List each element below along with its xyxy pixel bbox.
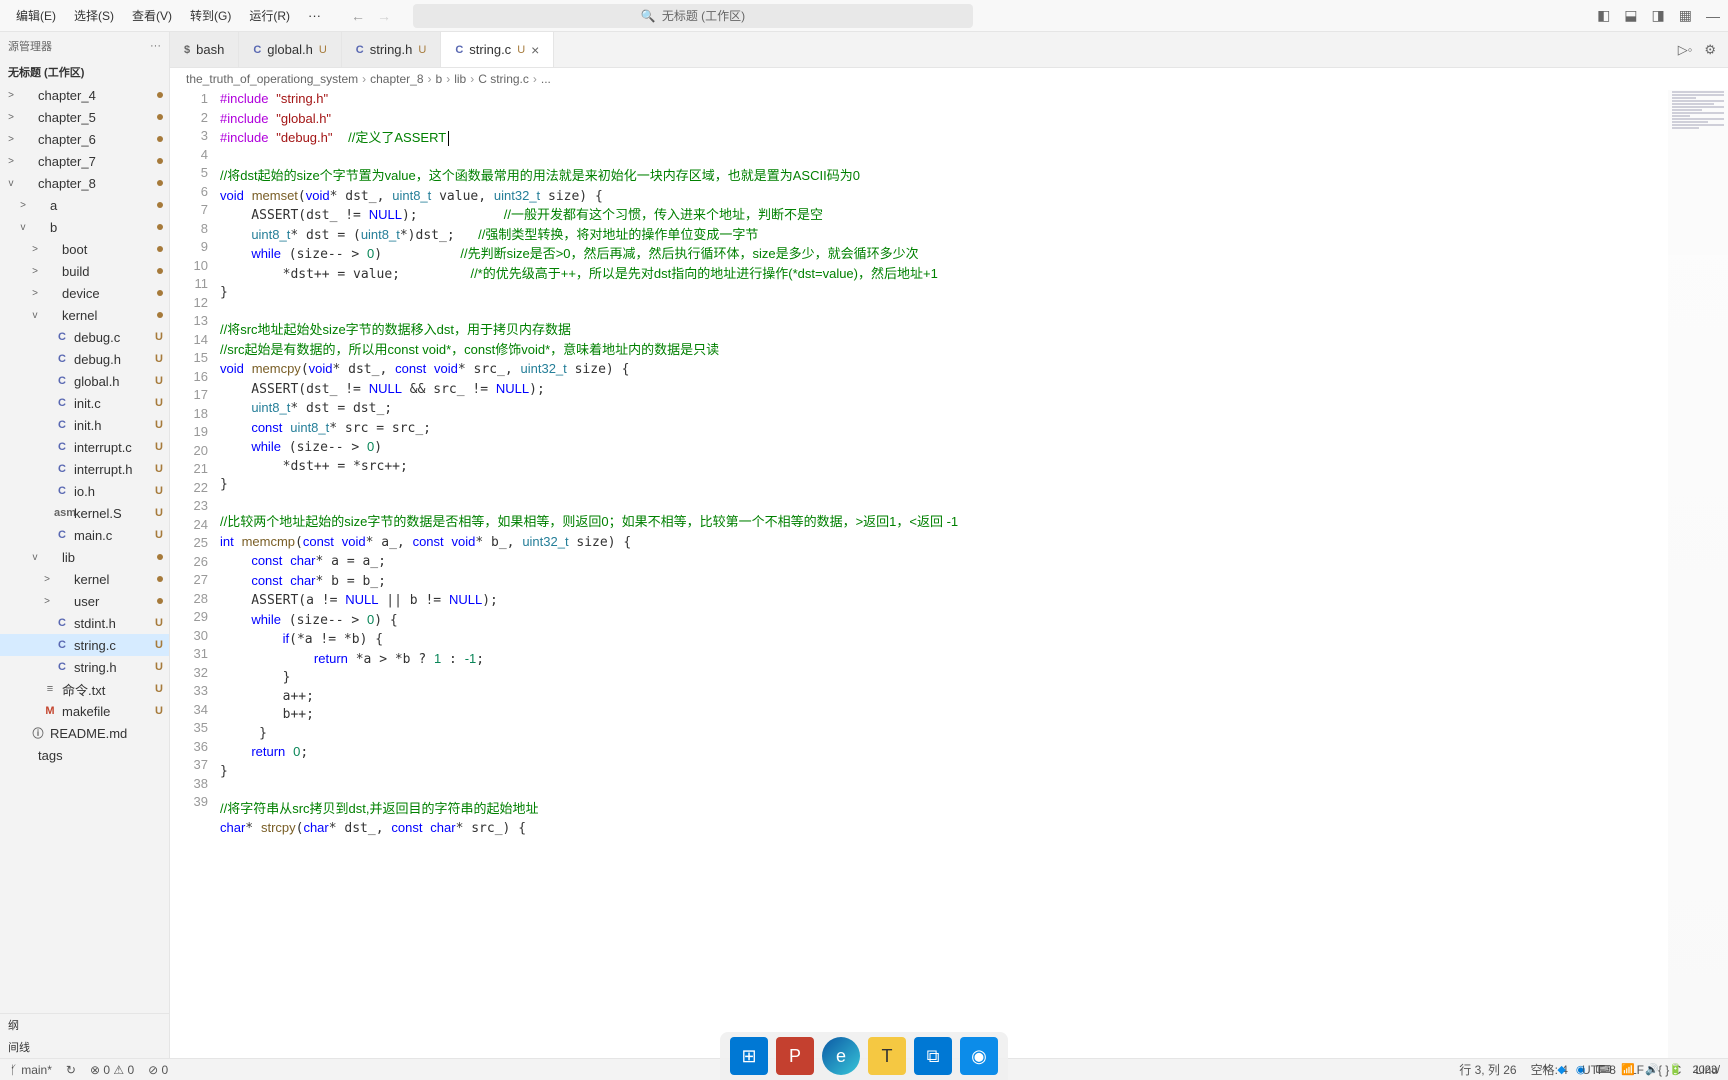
menubar: 编辑(E) 选择(S) 查看(V) 转到(G) 运行(R) ··· ← → 🔍 …	[0, 0, 1728, 32]
crumb[interactable]: lib	[454, 72, 466, 86]
tree-item-main.c[interactable]: Cmain.cU	[0, 524, 169, 546]
menu-view[interactable]: 查看(V)	[124, 3, 180, 28]
tree-item-string.h[interactable]: Cstring.hU	[0, 656, 169, 678]
settings-icon[interactable]: ⚙	[1704, 42, 1716, 58]
app-pdf-icon[interactable]: P	[776, 1037, 814, 1075]
layout-bottom-icon[interactable]: ⬓	[1624, 7, 1637, 24]
ports-indicator[interactable]: ⊘ 0	[148, 1063, 168, 1077]
tray-keyboard-icon[interactable]: ⌨	[1595, 1063, 1611, 1076]
start-icon[interactable]: ⊞	[730, 1037, 768, 1075]
tray-battery-icon[interactable]: 🔋	[1669, 1063, 1683, 1076]
tray-volume-icon[interactable]: 🔊	[1645, 1063, 1659, 1076]
tab-bash[interactable]: $bash	[170, 32, 239, 67]
explorer-title: 源管理器	[8, 38, 52, 54]
system-tray[interactable]: ^ ◆ ◉ ⌨ 📶 🔊 🔋 2023/	[1542, 1063, 1720, 1076]
layout-custom-icon[interactable]: ▦	[1679, 7, 1692, 24]
tree-item-io.h[interactable]: Cio.hU	[0, 480, 169, 502]
tray-app1-icon[interactable]: ◆	[1557, 1063, 1565, 1076]
crumb[interactable]: C string.c	[478, 72, 529, 86]
tree-item-device[interactable]: >device	[0, 282, 169, 304]
tree-item-b[interactable]: vb	[0, 216, 169, 238]
tree-item-stdint.h[interactable]: Cstdint.hU	[0, 612, 169, 634]
tree-item-kernel[interactable]: >kernel	[0, 568, 169, 590]
tree-item-README.md[interactable]: ⓘREADME.md	[0, 722, 169, 744]
nav-forward-icon[interactable]: →	[377, 8, 391, 24]
crumb[interactable]: ...	[541, 72, 551, 86]
explorer-sidebar: 源管理器 ··· 无标题 (工作区) >chapter_4>chapter_5>…	[0, 32, 170, 1058]
explorer-more-icon[interactable]: ···	[150, 40, 161, 52]
cursor-position[interactable]: 行 3, 列 26	[1459, 1061, 1516, 1078]
menu-select[interactable]: 选择(S)	[66, 3, 122, 28]
tree-item-chapter_6[interactable]: >chapter_6	[0, 128, 169, 150]
tree-item-kernel[interactable]: vkernel	[0, 304, 169, 326]
tab-global.h[interactable]: Cglobal.hU	[239, 32, 341, 67]
tree-item-chapter_4[interactable]: >chapter_4	[0, 84, 169, 106]
branch-indicator[interactable]: ᚶ main*	[10, 1063, 52, 1077]
layout-left-icon[interactable]: ◧	[1597, 7, 1610, 24]
menu-goto[interactable]: 转到(G)	[182, 3, 239, 28]
workspace-title[interactable]: 无标题 (工作区)	[0, 60, 169, 84]
problems-indicator[interactable]: ⊗ 0 ⚠ 0	[90, 1063, 134, 1077]
nav-history: ← →	[351, 8, 391, 24]
tree-item-命令.txt[interactable]: ≡命令.txtU	[0, 678, 169, 700]
windows-taskbar[interactable]: ⊞ P e T ⧉ ◉	[720, 1032, 1008, 1080]
code-content[interactable]: #include "string.h" #include "global.h" …	[220, 90, 1728, 1058]
menu-edit[interactable]: 编辑(E)	[8, 3, 64, 28]
tree-item-interrupt.c[interactable]: Cinterrupt.cU	[0, 436, 169, 458]
crumb[interactable]: the_truth_of_operationg_system	[186, 72, 358, 86]
run-icon[interactable]: ▷◦	[1678, 42, 1693, 58]
tree-item-kernel.S[interactable]: asmkernel.SU	[0, 502, 169, 524]
tray-chevron-icon[interactable]: ^	[1542, 1064, 1547, 1076]
tree-item-makefile[interactable]: MmakefileU	[0, 700, 169, 722]
tree-item-debug.h[interactable]: Cdebug.hU	[0, 348, 169, 370]
tree-item-init.h[interactable]: Cinit.hU	[0, 414, 169, 436]
search-placeholder: 无标题 (工作区)	[662, 7, 745, 24]
tree-item-string.c[interactable]: Cstring.cU	[0, 634, 169, 656]
tree-item-build[interactable]: >build	[0, 260, 169, 282]
menu-run[interactable]: 运行(R)	[241, 3, 298, 28]
tray-app2-icon[interactable]: ◉	[1576, 1063, 1586, 1076]
tree-item-lib[interactable]: vlib	[0, 546, 169, 568]
tree-item-chapter_8[interactable]: vchapter_8	[0, 172, 169, 194]
tray-wifi-icon[interactable]: 📶	[1621, 1063, 1635, 1076]
tree-item-interrupt.h[interactable]: Cinterrupt.hU	[0, 458, 169, 480]
sync-icon[interactable]: ↻	[66, 1063, 76, 1077]
tree-item-tags[interactable]: tags	[0, 744, 169, 766]
tree-item-chapter_7[interactable]: >chapter_7	[0, 150, 169, 172]
tree-item-user[interactable]: >user	[0, 590, 169, 612]
timeline-section[interactable]: 间线	[0, 1036, 169, 1058]
menu-overflow[interactable]: ···	[300, 4, 329, 27]
tab-string.h[interactable]: Cstring.hU	[342, 32, 442, 67]
window-minimize-icon[interactable]: —	[1706, 8, 1720, 24]
outline-section[interactable]: 纲	[0, 1014, 169, 1036]
app-vscode-icon[interactable]: ⧉	[914, 1037, 952, 1075]
editor-area: $bashCglobal.hUCstring.hUCstring.cU× ▷◦ …	[170, 32, 1728, 1058]
tree-item-global.h[interactable]: Cglobal.hU	[0, 370, 169, 392]
tree-item-a[interactable]: >a	[0, 194, 169, 216]
tray-time[interactable]: 2023/	[1692, 1064, 1720, 1076]
file-tree[interactable]: >chapter_4>chapter_5>chapter_6>chapter_7…	[0, 84, 169, 1013]
command-center[interactable]: 🔍 无标题 (工作区)	[413, 4, 973, 28]
crumb[interactable]: chapter_8	[370, 72, 423, 86]
search-icon: 🔍	[641, 9, 656, 23]
crumb[interactable]: b	[436, 72, 443, 86]
tab-actions: ▷◦ ⚙	[1666, 32, 1728, 67]
close-icon: ×	[531, 42, 539, 58]
layout-right-icon[interactable]: ◨	[1652, 7, 1665, 24]
tree-item-boot[interactable]: >boot	[0, 238, 169, 260]
tab-string.c[interactable]: Cstring.cU×	[441, 32, 554, 67]
tree-item-chapter_5[interactable]: >chapter_5	[0, 106, 169, 128]
tree-item-debug.c[interactable]: Cdebug.cU	[0, 326, 169, 348]
tree-item-init.c[interactable]: Cinit.cU	[0, 392, 169, 414]
breadcrumb[interactable]: the_truth_of_operationg_system›chapter_8…	[170, 68, 1728, 90]
app-edge-icon[interactable]: e	[822, 1037, 860, 1075]
nav-back-icon[interactable]: ←	[351, 8, 365, 24]
minimap[interactable]	[1668, 90, 1728, 1058]
app-notes-icon[interactable]: T	[868, 1037, 906, 1075]
editor-tabs: $bashCglobal.hUCstring.hUCstring.cU× ▷◦ …	[170, 32, 1728, 68]
app-meeting-icon[interactable]: ◉	[960, 1037, 998, 1075]
line-gutter: 1234567891011121314151617181920212223242…	[170, 90, 220, 1058]
